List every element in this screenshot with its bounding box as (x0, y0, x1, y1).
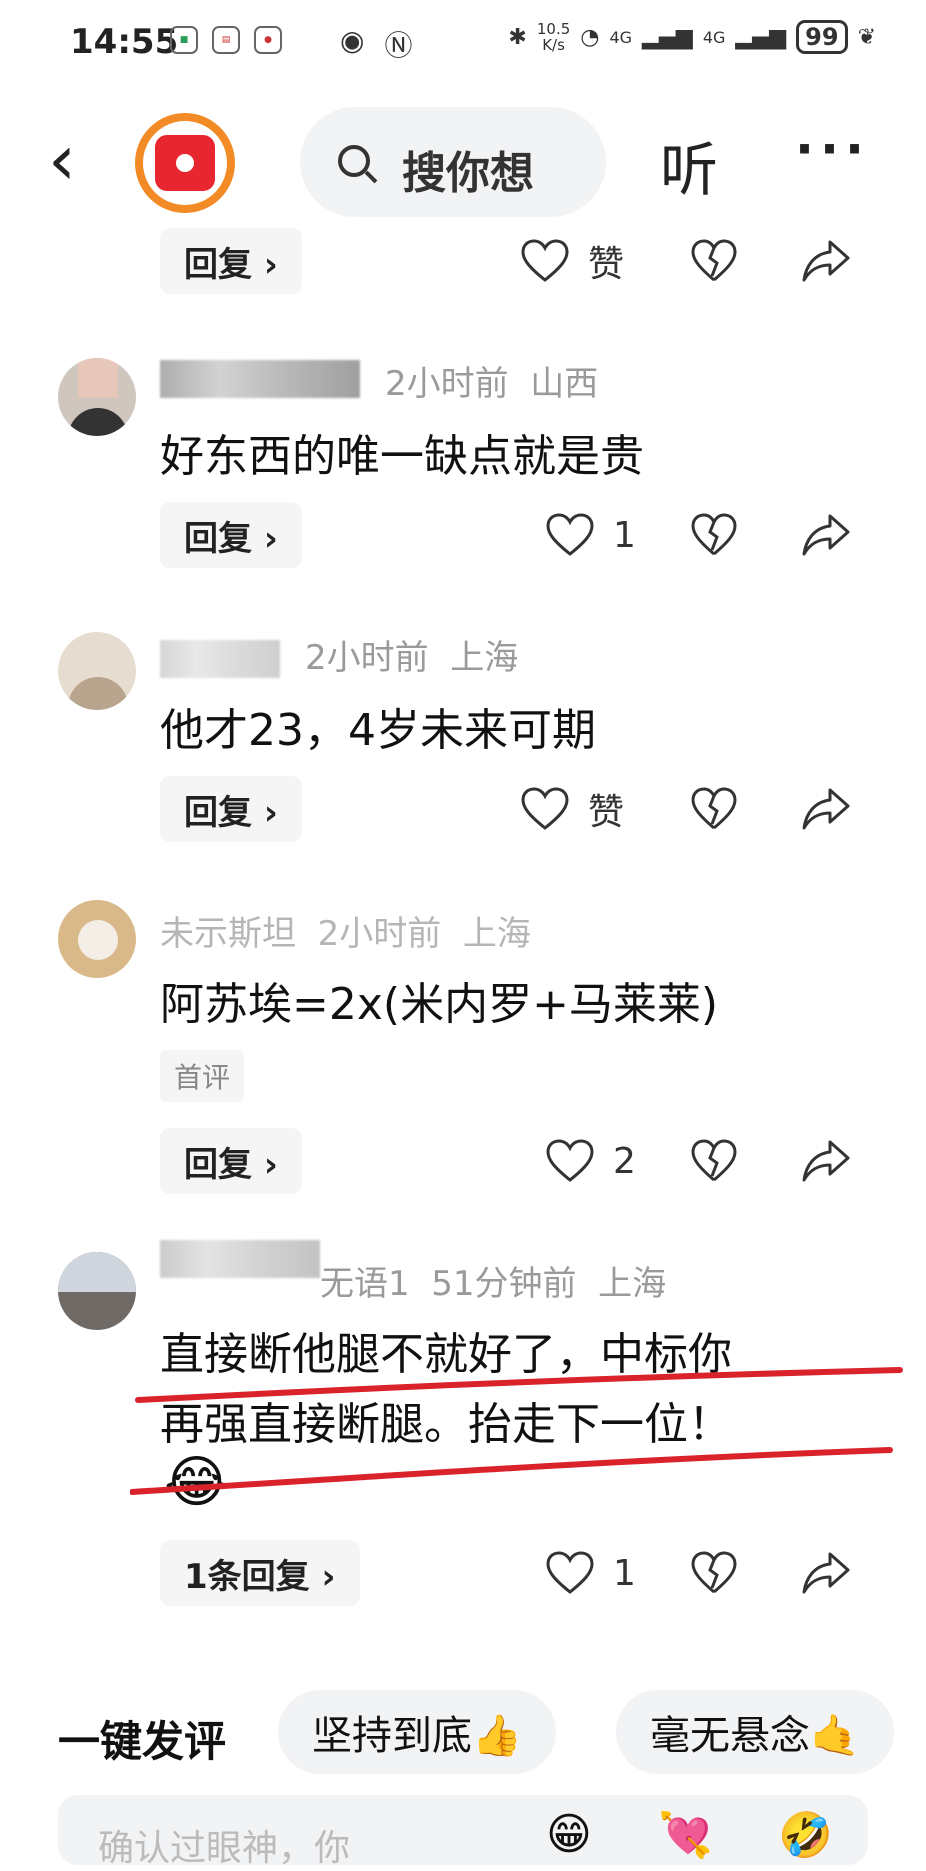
username: 未示斯坦 (160, 914, 296, 954)
app-notification-icon: ■ (170, 26, 198, 54)
comment-text: 阿苏埃=2x(米内罗+马莱莱) (160, 979, 719, 1030)
like-count: 1 (613, 514, 636, 556)
share-icon[interactable] (800, 238, 852, 284)
battery-indicator: 99 (796, 20, 848, 54)
status-right-icons: ✱ 10.5 K/s ◔ 4G ▂▄▆ 4G ▂▄▆ 99 ❦ (508, 20, 876, 54)
quick-comment-chip[interactable]: 毫无悬念🤙 (616, 1690, 894, 1774)
app-notification-icon: ● (254, 26, 282, 54)
eye-icon: ◉ (340, 24, 365, 57)
share-icon[interactable] (800, 512, 852, 558)
broken-heart-icon[interactable] (690, 1550, 738, 1596)
comment-meta: 未示斯坦 2小时前 上海 (160, 914, 531, 954)
bluetooth-icon: ✱ (508, 24, 527, 50)
status-time: 14:55 (70, 22, 179, 62)
username-redacted[interactable] (160, 1240, 320, 1278)
signal-icon: ▂▄▆ (642, 24, 693, 50)
search-icon (338, 145, 370, 177)
comment-meta: 2小时前 山西 (385, 364, 599, 404)
signal-label: 4G (609, 27, 633, 47)
avatar[interactable] (58, 632, 136, 710)
broken-heart-icon[interactable] (690, 1138, 738, 1184)
heart-icon (521, 239, 569, 282)
wifi-icon: ◔ (580, 24, 600, 50)
comment-text: 好东西的唯一缺点就是贵 (160, 431, 644, 482)
emoji-shortcut[interactable]: 😁 (546, 1809, 592, 1860)
broken-heart-icon[interactable] (690, 786, 738, 832)
like-count: 赞 (588, 792, 625, 833)
comment-input-placeholder: 确认过眼神，你 (98, 1828, 351, 1869)
app-logo[interactable] (135, 113, 235, 213)
comment-actions: 1 (0, 1540, 926, 1606)
nfc-icon: Ⓝ (384, 29, 413, 62)
avatar[interactable] (58, 900, 136, 978)
first-comment-badge: 首评 (160, 1050, 245, 1102)
like-button[interactable]: 1 (545, 1550, 636, 1596)
net-speed: 10.5 K/s (536, 20, 571, 54)
comment-meta: 2小时前 上海 (305, 638, 519, 678)
share-icon[interactable] (800, 1138, 852, 1184)
signal-icon: ▂▄▆ (735, 24, 787, 50)
more-button[interactable]: ··· (795, 120, 870, 178)
share-icon[interactable] (800, 786, 852, 832)
search-input[interactable]: 搜你想 (300, 107, 606, 217)
red-annotation-lines (130, 1367, 903, 1495)
like-button[interactable]: 2 (545, 1138, 636, 1184)
comment-actions: 2 (0, 1128, 926, 1194)
heart-icon (546, 513, 594, 556)
share-icon[interactable] (800, 1550, 852, 1596)
emoji-shortcut[interactable]: 💘 (658, 1809, 713, 1861)
app-notification-icon: ▤ (212, 26, 240, 54)
broken-heart-icon[interactable] (690, 512, 738, 558)
listen-button[interactable]: 听 (660, 123, 718, 207)
heart-icon (546, 1139, 594, 1182)
status-bar: 14:55 ■ ▤ ● ◉ Ⓝ ✱ 10.5 K/s ◔ 4G ▂▄▆ 4G ▂▄… (0, 0, 926, 90)
like-count: 1 (613, 1552, 636, 1594)
heart-icon (546, 1551, 594, 1594)
username-redacted[interactable] (160, 360, 360, 398)
status-mid-icons: ◉ Ⓝ (340, 24, 412, 64)
like-button[interactable]: 1 (545, 512, 636, 558)
notification-icons: ■ ▤ ● (170, 26, 282, 54)
top-nav: ‹ 搜你想 听 ··· (0, 95, 926, 225)
avatar[interactable] (58, 1252, 136, 1330)
comment-text: 他才23，4岁未来可期 (160, 705, 596, 756)
like-button[interactable]: 赞 (520, 783, 624, 835)
like-button[interactable]: 赞 (520, 235, 624, 287)
like-count: 赞 (588, 244, 625, 285)
leaf-icon: ❦ (857, 24, 876, 50)
like-count: 2 (613, 1140, 636, 1182)
comment-input[interactable]: 确认过眼神，你 😁 💘 🤣 (58, 1795, 868, 1869)
comment-actions: 赞 (0, 776, 926, 842)
broken-heart-icon[interactable] (690, 238, 738, 284)
comment-meta: 无语1 51分钟前 上海 (320, 1264, 667, 1304)
quick-comment-chip[interactable]: 坚持到底👍 (278, 1690, 556, 1774)
username-redacted[interactable] (160, 640, 280, 678)
emoji-shortcut[interactable]: 🤣 (778, 1809, 833, 1861)
signal-label: 4G (702, 27, 726, 47)
quick-comment-bar: 一键发评 坚持到底👍 毫无悬念🤙 (0, 1690, 926, 1780)
chevron-left-icon[interactable]: ‹ (48, 125, 76, 195)
username: 无语1 (320, 1264, 410, 1304)
quick-comment-label: 一键发评 (58, 1717, 227, 1766)
comment-actions: 赞 (0, 228, 926, 294)
heart-icon (521, 787, 569, 830)
comment-actions: 1 (0, 502, 926, 568)
search-placeholder: 搜你想 (402, 148, 534, 199)
avatar[interactable] (58, 358, 136, 436)
red-envelope-icon (155, 135, 215, 191)
